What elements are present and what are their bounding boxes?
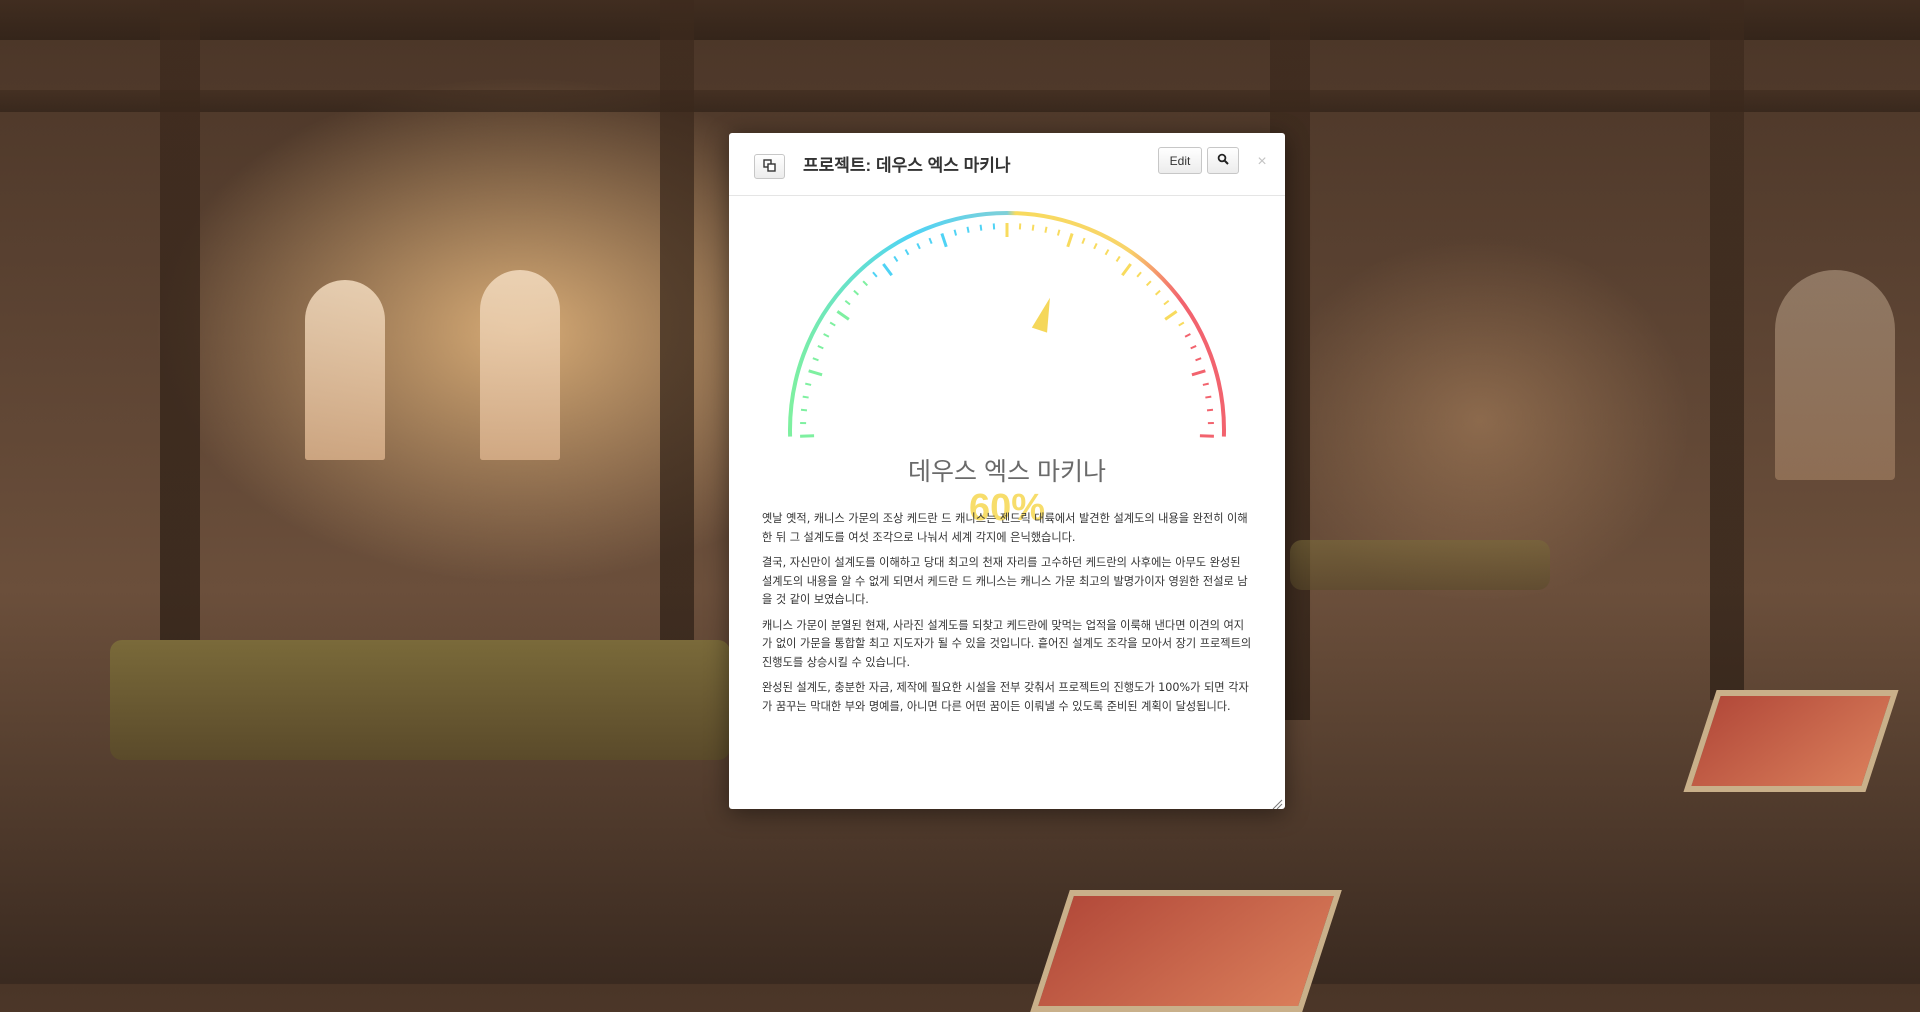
gauge-tick	[854, 291, 858, 295]
gauge-tick	[1137, 272, 1141, 277]
progress-gauge: 데우스 엑스 마키나 60%	[729, 196, 1285, 536]
modal-title: 프로젝트: 데우스 엑스 마키나	[803, 151, 1011, 176]
gauge-tick	[1192, 371, 1205, 375]
gauge-tick	[955, 230, 957, 236]
gauge-tick	[1117, 256, 1120, 261]
modal-header: 프로젝트: 데우스 엑스 마키나 Edit ×	[729, 133, 1285, 196]
gauge-tick	[1106, 250, 1109, 255]
gauge-tick	[809, 371, 822, 375]
description-paragraph: 옛날 옛적, 캐니스 가문의 조상 케드란 드 캐니스는 젠드릭 대륙에서 발견…	[762, 510, 1252, 547]
gauge-ticks	[800, 223, 1214, 436]
gauge-tick	[894, 256, 897, 261]
gauge-tick	[1122, 264, 1130, 275]
description: 옛날 옛적, 캐니스 가문의 조상 케드란 드 캐니스는 젠드릭 대륙에서 발견…	[762, 510, 1252, 723]
gauge-tick	[967, 227, 968, 233]
gauge-tick	[837, 311, 848, 319]
gauge-tick	[883, 264, 891, 275]
gauge-tick	[824, 334, 829, 337]
gauge-tick	[906, 250, 909, 255]
gauge-tick	[873, 272, 877, 277]
gauge-tick	[1156, 291, 1160, 295]
copy-icon	[763, 159, 776, 175]
gauge-tick	[981, 225, 982, 231]
edit-button[interactable]: Edit	[1158, 147, 1202, 174]
gauge-tick	[1165, 311, 1176, 319]
gauge-tick	[863, 281, 867, 285]
search-button[interactable]	[1207, 147, 1239, 174]
resize-handle[interactable]	[1271, 795, 1283, 807]
gauge-tick	[1207, 410, 1213, 411]
description-paragraph: 완성된 설계도, 충분한 자금, 제작에 필요한 시설을 전부 갖춰서 프로젝트…	[762, 679, 1252, 716]
gauge-tick	[942, 234, 946, 247]
gauge-tick	[1203, 384, 1209, 385]
gauge-needle	[1032, 298, 1050, 333]
gauge-tick	[801, 410, 807, 411]
gauge-tick	[803, 397, 809, 398]
gauge-tick	[1185, 334, 1190, 337]
gauge-tick	[1045, 227, 1046, 233]
description-paragraph: 캐니스 가문이 분열된 현재, 사라진 설계도를 되찾고 케드란에 맞먹는 업적…	[762, 617, 1252, 673]
project-modal: 프로젝트: 데우스 엑스 마키나 Edit ×	[729, 133, 1285, 809]
search-icon	[1217, 153, 1229, 168]
gauge-tick	[1058, 230, 1060, 236]
gauge-title: 데우스 엑스 마키나	[729, 452, 1285, 488]
gauge-tick	[1147, 281, 1151, 285]
gauge-tick	[1179, 322, 1184, 325]
gauge-tick	[1191, 346, 1196, 348]
gauge-tick	[1033, 225, 1034, 231]
gauge-tick	[1094, 243, 1097, 248]
gauge-arc	[790, 213, 1224, 437]
description-paragraph: 결국, 자신만이 설계도를 이해하고 당대 최고의 천재 자리를 고수하던 케드…	[762, 554, 1252, 610]
gauge-tick	[813, 358, 819, 360]
gauge-tick	[1196, 358, 1202, 360]
close-icon[interactable]: ×	[1255, 155, 1269, 169]
gauge-tick	[845, 301, 850, 305]
gauge-tick	[917, 243, 920, 248]
gauge-tick	[1082, 238, 1084, 244]
gauge-tick	[818, 346, 823, 348]
gauge-tick	[1068, 234, 1072, 247]
copy-button[interactable]	[754, 154, 785, 179]
gauge-tick	[1205, 397, 1211, 398]
gauge-tick	[1164, 301, 1169, 305]
gauge-tick	[830, 322, 835, 325]
gauge-tick	[805, 384, 811, 385]
gauge-tick	[929, 238, 931, 244]
